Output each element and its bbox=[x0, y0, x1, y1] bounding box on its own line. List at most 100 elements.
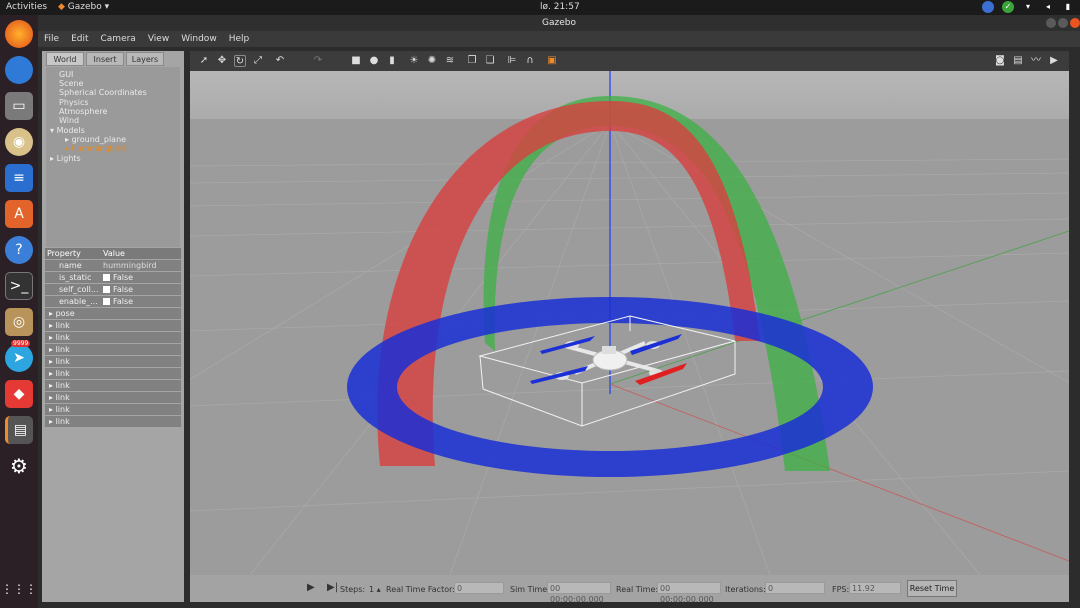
check-tray-icon[interactable]: ✓ bbox=[1002, 1, 1014, 13]
tree-item-models[interactable]: ▾ Models bbox=[50, 126, 85, 135]
ground-plane[interactable] bbox=[190, 119, 1069, 575]
play-icon[interactable]: ▶ bbox=[307, 582, 315, 593]
power-icon[interactable]: ▮ bbox=[1062, 1, 1074, 13]
record-video-icon[interactable]: ▶ bbox=[1048, 55, 1060, 67]
property-row-link[interactable]: ▸ link bbox=[45, 380, 181, 391]
firefox-icon[interactable] bbox=[5, 20, 33, 48]
maximize-button[interactable] bbox=[1058, 18, 1068, 28]
sphere-shape-icon[interactable]: ● bbox=[368, 55, 380, 67]
point-light-icon[interactable]: ☀ bbox=[408, 55, 420, 67]
property-row-link[interactable]: ▸ link bbox=[45, 392, 181, 403]
tree-item-gui[interactable]: GUI bbox=[59, 70, 73, 79]
close-button[interactable] bbox=[1070, 18, 1080, 28]
link-label: link bbox=[55, 405, 70, 414]
settings-icon[interactable]: ⚙ bbox=[5, 452, 33, 480]
files-icon[interactable]: ▭ bbox=[5, 92, 33, 120]
paste-icon[interactable]: ❏ bbox=[484, 55, 496, 67]
undo-icon[interactable]: ↶ bbox=[274, 55, 286, 67]
help-icon[interactable]: ? bbox=[5, 236, 33, 264]
redo-icon[interactable]: ↷ bbox=[312, 55, 324, 67]
terminal-icon[interactable]: >_ bbox=[5, 272, 33, 300]
property-row-pose[interactable]: ▸ pose bbox=[45, 308, 181, 319]
tree-item-scene[interactable]: Scene bbox=[59, 79, 83, 88]
world-files-icon[interactable]: ◎ bbox=[5, 308, 33, 336]
plot-icon[interactable]: 〰 bbox=[1030, 55, 1042, 67]
select-mode-icon[interactable]: ➚ bbox=[198, 55, 210, 67]
thunderbird-icon[interactable] bbox=[5, 56, 33, 84]
reset-time-button[interactable]: Reset Time bbox=[907, 580, 957, 597]
gazebo-dock-icon[interactable]: ▤ bbox=[5, 416, 33, 444]
menu-window[interactable]: Window bbox=[175, 31, 223, 47]
tab-layers[interactable]: Layers bbox=[126, 52, 164, 66]
enable-wind-checkbox[interactable] bbox=[103, 298, 110, 305]
property-row-link[interactable]: ▸ link bbox=[45, 332, 181, 343]
copy-icon[interactable]: ❐ bbox=[466, 55, 478, 67]
tree-item-ground-plane[interactable]: ▸ ground_plane bbox=[65, 135, 126, 144]
property-row-name[interactable]: name hummingbird bbox=[45, 260, 181, 271]
volume-icon[interactable]: ◂ bbox=[1042, 1, 1054, 13]
clock[interactable]: lø. 21:57 bbox=[540, 2, 580, 12]
screenshot-icon[interactable]: ◙ bbox=[994, 55, 1006, 67]
scene-viewport[interactable] bbox=[190, 71, 1069, 575]
is-static-checkbox[interactable] bbox=[103, 274, 110, 281]
app-menu[interactable]: ◆ Gazebo ▾ bbox=[58, 2, 109, 12]
sim-time-label: Sim Time: bbox=[510, 585, 550, 594]
menu-camera[interactable]: Camera bbox=[95, 31, 142, 47]
self-collide-checkbox[interactable] bbox=[103, 286, 110, 293]
window-titlebar[interactable]: Gazebo bbox=[38, 15, 1080, 31]
left-panel: World Insert Layers GUI Scene Spherical … bbox=[42, 51, 184, 602]
real-time-label: Real Time: bbox=[616, 585, 659, 594]
property-row-link[interactable]: ▸ link bbox=[45, 368, 181, 379]
rhythmbox-icon[interactable]: ◉ bbox=[5, 128, 33, 156]
steps-spinbox[interactable]: 1 ▴ bbox=[369, 585, 381, 594]
activities-button[interactable]: Activities bbox=[6, 2, 47, 12]
step-icon[interactable]: ▶| bbox=[327, 582, 338, 593]
property-row-link[interactable]: ▸ link bbox=[45, 416, 181, 427]
tree-item-wind[interactable]: Wind bbox=[59, 116, 79, 125]
align-icon[interactable]: ⊫ bbox=[506, 55, 518, 67]
change-view-icon[interactable]: ▣ bbox=[546, 55, 558, 67]
tab-insert[interactable]: Insert bbox=[86, 52, 124, 66]
tab-world[interactable]: World bbox=[46, 52, 84, 66]
rtf-value: 0 bbox=[454, 582, 504, 594]
menu-edit[interactable]: Edit bbox=[65, 31, 94, 47]
property-row-link[interactable]: ▸ link bbox=[45, 404, 181, 415]
spot-light-icon[interactable]: ✺ bbox=[426, 55, 438, 67]
snap-icon[interactable]: ∩ bbox=[524, 55, 536, 67]
property-self-collide-label: self_coll... bbox=[59, 285, 99, 294]
telegram-icon[interactable]: ➤ 9999 bbox=[5, 340, 33, 372]
network-icon[interactable]: ▾ bbox=[1022, 1, 1034, 13]
property-table: Property Value name hummingbird is_stati… bbox=[45, 248, 181, 428]
chrome-tray-icon[interactable] bbox=[982, 1, 994, 13]
tree-item-lights[interactable]: ▸ Lights bbox=[50, 154, 81, 163]
show-apps-icon[interactable]: ⋮⋮⋮ bbox=[1, 575, 37, 603]
scale-mode-icon[interactable]: ⤢ bbox=[252, 55, 264, 67]
tree-item-atmosphere[interactable]: Atmosphere bbox=[59, 107, 107, 116]
property-row-is-static[interactable]: is_static False bbox=[45, 272, 181, 283]
property-row-self-collide[interactable]: self_coll... False bbox=[45, 284, 181, 295]
menu-file[interactable]: File bbox=[38, 31, 65, 47]
link-label: link bbox=[55, 417, 70, 426]
directional-light-icon[interactable]: ≋ bbox=[444, 55, 456, 67]
menu-help[interactable]: Help bbox=[223, 31, 256, 47]
software-center-icon[interactable]: A bbox=[5, 200, 33, 228]
tree-item-physics[interactable]: Physics bbox=[59, 98, 89, 107]
scene-render[interactable] bbox=[190, 71, 1069, 575]
writer-icon[interactable]: ≡ bbox=[5, 164, 33, 192]
log-icon[interactable]: ▤ bbox=[1012, 55, 1024, 67]
cylinder-shape-icon[interactable]: ▮ bbox=[386, 55, 398, 67]
tree-item-spherical-coordinates[interactable]: Spherical Coordinates bbox=[59, 88, 147, 97]
collapse-arrow-icon: ▸ bbox=[49, 393, 54, 402]
property-row-link[interactable]: ▸ link bbox=[45, 320, 181, 331]
box-shape-icon[interactable]: ■ bbox=[350, 55, 362, 67]
property-row-link[interactable]: ▸ link bbox=[45, 356, 181, 367]
property-row-enable-wind[interactable]: enable_... False bbox=[45, 296, 181, 307]
window-title: Gazebo bbox=[542, 18, 576, 28]
property-row-link[interactable]: ▸ link bbox=[45, 344, 181, 355]
tree-item-hummingbird[interactable]: ▸ hummingbird bbox=[65, 144, 125, 153]
menu-view[interactable]: View bbox=[142, 31, 175, 47]
translate-mode-icon[interactable]: ✥ bbox=[216, 55, 228, 67]
anydesk-icon[interactable]: ◆ bbox=[5, 380, 33, 408]
rotate-mode-icon[interactable]: ↻ bbox=[234, 55, 246, 67]
minimize-button[interactable] bbox=[1046, 18, 1056, 28]
